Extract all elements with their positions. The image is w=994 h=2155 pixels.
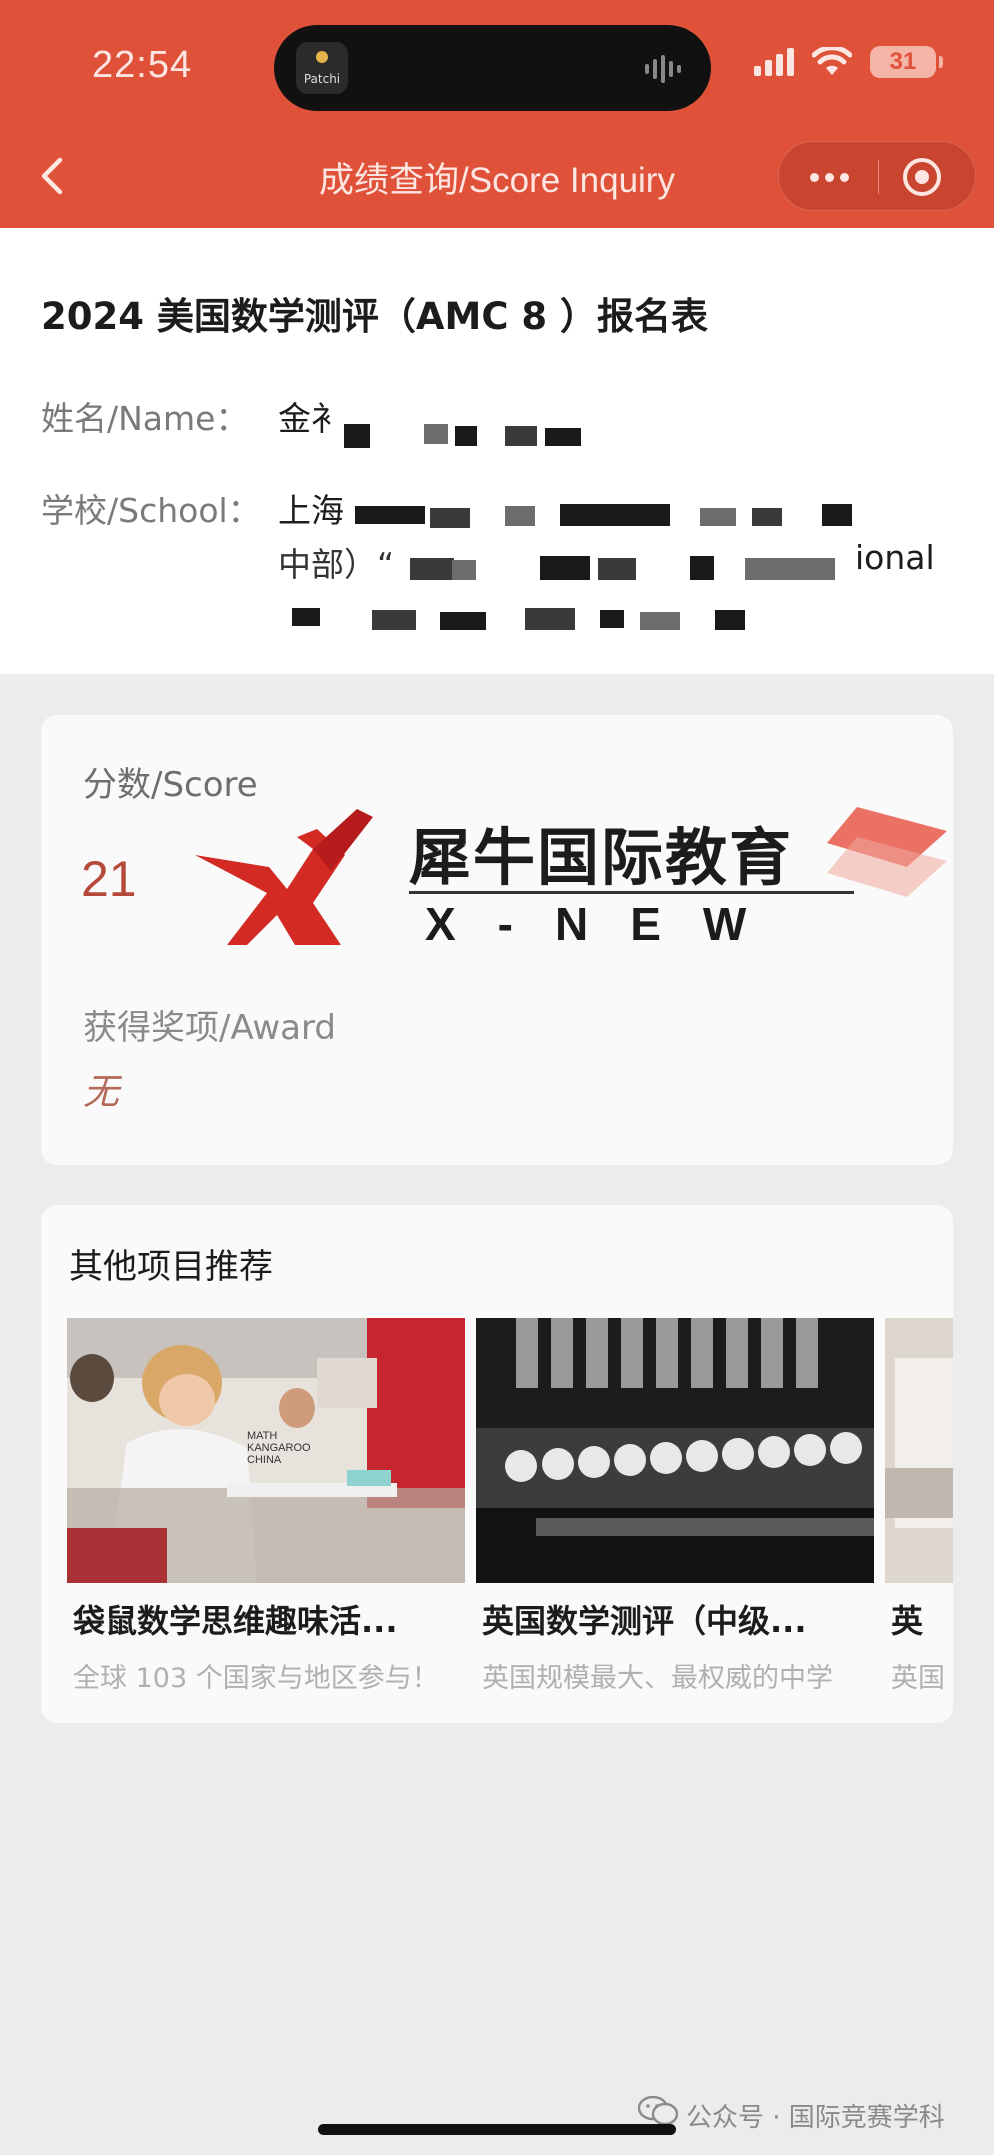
school-value: 上海 (278, 491, 344, 530)
school-value-line2-end: ional (855, 538, 935, 577)
recommendation-item-partial[interactable]: 英 英国 (885, 1318, 953, 1703)
wifi-icon (812, 47, 852, 75)
recommendation-item-kangaroo[interactable]: MATH KANGAROO CHINA 袋鼠数学思维趣味活... 全球 103 … (67, 1318, 465, 1703)
home-indicator[interactable] (318, 2124, 676, 2135)
more-options-button[interactable] (801, 164, 857, 190)
school-value-line2: 中部）“ (278, 545, 395, 584)
wechat-icon (638, 2096, 678, 2126)
school-label: 学校/School： (41, 491, 261, 530)
audio-wave-icon (645, 55, 687, 83)
award-value: 无 (83, 1072, 120, 1113)
registration-section: 2024 美国数学测评（AMC 8 ）报名表 姓名/Name： 金衤 学校/Sc… (0, 228, 994, 674)
dynamic-island: Patchi (274, 25, 711, 111)
xnew-logo-icon (195, 809, 373, 945)
recommendation-desc: 英国规模最大、最权威的中学 (482, 1663, 833, 1694)
recommendation-name: 英 (891, 1602, 924, 1640)
recommendations-card: 其他项目推荐 MATH KANGAROO CHINA 袋鼠数学思维趣味活... … (41, 1205, 953, 1723)
name-value: 金衤 (278, 399, 344, 438)
close-mini-program-button[interactable] (903, 158, 941, 196)
watermark-shape-icon (827, 807, 947, 897)
registration-title: 2024 美国数学测评（AMC 8 ）报名表 (41, 295, 708, 338)
watermark-chinese-name: 犀牛国际教育 (409, 821, 794, 894)
watermark-divider (409, 891, 854, 894)
battery-icon: 31 (870, 46, 943, 78)
score-card: 分数/Score 21 犀牛国际教育 X-NEW 获得奖项/Award 无 (41, 715, 953, 1165)
footer-source: 公众号 · 国际竞赛学科 (686, 2103, 945, 2133)
capsule-divider (878, 160, 879, 194)
patchi-app-icon: Patchi (296, 42, 348, 94)
cellular-signal-icon (754, 48, 794, 76)
award-label: 获得奖项/Award (83, 1008, 336, 1048)
kangaroo-program-image: MATH KANGAROO CHINA (67, 1318, 465, 1583)
status-time: 22:54 (92, 44, 193, 86)
watermark-english-name: X-NEW (425, 898, 789, 950)
recommendation-desc: 全球 103 个国家与地区参与！ (73, 1663, 439, 1694)
app-logo-dot (316, 51, 328, 63)
kangaroo-logo-text: MATH KANGAROO CHINA (247, 1430, 311, 1466)
recommendation-item-ukmt[interactable]: 英国数学测评（中级... 英国规模最大、最权威的中学 (476, 1318, 874, 1703)
recommendation-desc: 英国 (891, 1663, 945, 1694)
recommendation-name: 袋鼠数学思维趣味活... (73, 1602, 398, 1640)
partial-program-image (885, 1318, 953, 1583)
header-bar: 22:54 Patchi 31 成绩查询/Score Inquiry (0, 0, 994, 228)
recommendation-name: 英国数学测评（中级... (482, 1602, 807, 1640)
recommendations-title: 其他项目推荐 (69, 1247, 273, 1287)
island-app-label: Patchi (303, 72, 341, 86)
xnew-watermark: 犀牛国际教育 X-NEW (157, 807, 947, 957)
status-icons: 31 (754, 46, 943, 78)
score-value: 21 (81, 851, 137, 907)
mini-program-capsule (778, 141, 976, 211)
score-label: 分数/Score (83, 765, 258, 805)
ukmt-program-image (476, 1318, 874, 1583)
name-label: 姓名/Name： (41, 399, 249, 438)
